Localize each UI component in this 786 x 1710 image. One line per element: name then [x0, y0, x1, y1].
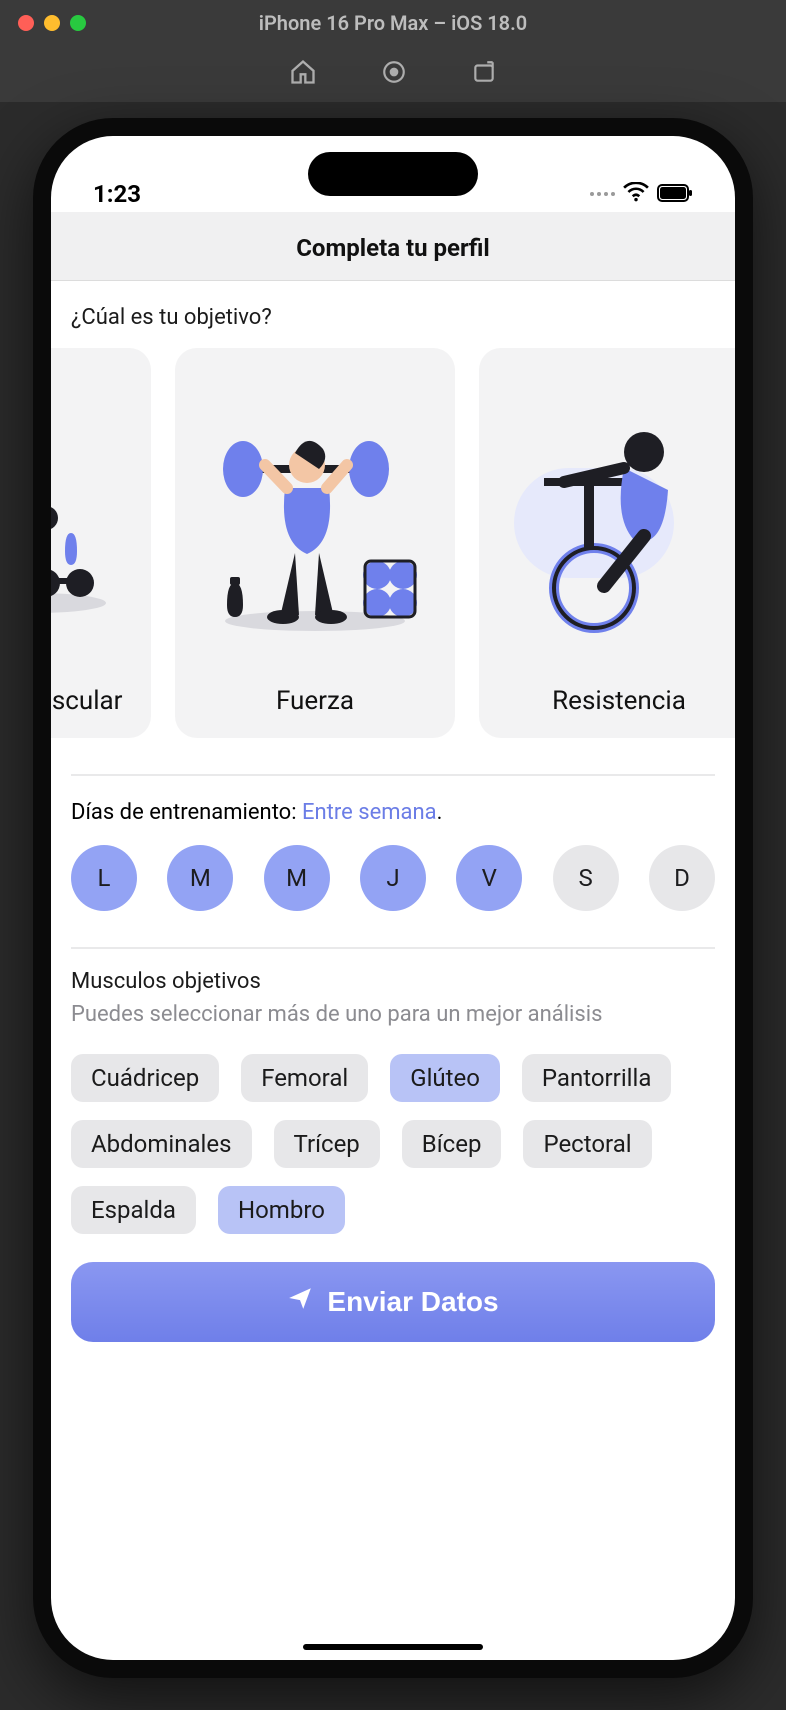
home-icon[interactable] — [289, 58, 317, 90]
objective-card-strength[interactable]: Fuerza — [175, 348, 455, 738]
simulator-toolbar — [0, 46, 786, 102]
submit-button[interactable]: Enviar Datos — [71, 1262, 715, 1342]
page-title: Completa tu perfil — [51, 212, 735, 281]
screenshot-icon[interactable] — [471, 59, 497, 89]
window-close-button[interactable] — [18, 15, 34, 31]
dynamic-island — [308, 152, 478, 196]
muscles-chips: Cuádricep Femoral Glúteo Pantorrilla Abdomin… — [71, 1054, 715, 1234]
day-chip-3[interactable]: J — [360, 845, 426, 911]
window-controls — [0, 15, 86, 31]
window-zoom-button[interactable] — [70, 15, 86, 31]
status-time: 1:23 — [93, 180, 141, 208]
muscle-chip-espalda[interactable]: Espalda — [71, 1186, 196, 1234]
day-chip-5[interactable]: S — [553, 845, 619, 911]
muscle-chip-abdominales[interactable]: Abdominales — [71, 1120, 252, 1168]
muscle-chip-bícep[interactable]: Bícep — [402, 1120, 502, 1168]
battery-icon — [657, 180, 693, 208]
muscles-title: Musculos objetivos — [71, 969, 715, 994]
training-days-suffix: . — [437, 800, 443, 825]
muscle-chip-femoral[interactable]: Femoral — [241, 1054, 368, 1102]
cellular-icon — [590, 192, 615, 196]
muscle-chip-glúteo[interactable]: Glúteo — [390, 1054, 500, 1102]
objective-card-muscle-gain[interactable]: 1..2..3.. — [51, 348, 151, 738]
content-scroll[interactable]: ¿Cúal es tu objetivo? 1..2..3.. — [51, 281, 735, 1660]
objective-question: ¿Cúal es tu objetivo? — [51, 305, 735, 330]
section-divider — [71, 947, 715, 949]
training-days-row: LMMJVSD — [71, 845, 715, 911]
objective-card-label: Fuerza — [276, 686, 354, 716]
illustration-strength — [175, 378, 455, 668]
illustration-endurance — [479, 378, 735, 668]
illustration-muscle-gain: 1..2..3.. — [51, 378, 151, 668]
day-chip-6[interactable]: D — [649, 845, 715, 911]
muscle-chip-pectoral[interactable]: Pectoral — [523, 1120, 651, 1168]
training-days-prefix: Días de entrenamiento: — [71, 800, 302, 825]
home-indicator[interactable] — [303, 1644, 483, 1650]
objective-card-endurance[interactable]: Resistencia — [479, 348, 735, 738]
objective-card-label: Ganancia muscular — [51, 686, 123, 716]
submit-button-label: Enviar Datos — [327, 1286, 498, 1318]
device-frame: 1:23 Completa tu perfil ¿Cúal es tu obje… — [33, 118, 753, 1678]
day-chip-2[interactable]: M — [264, 845, 330, 911]
muscle-chip-cuádricep[interactable]: Cuádricep — [71, 1054, 219, 1102]
day-chip-1[interactable]: M — [167, 845, 233, 911]
training-days-value: Entre semana — [302, 800, 437, 825]
muscle-chip-trícep[interactable]: Trícep — [274, 1120, 380, 1168]
simulator-titlebar: iPhone 16 Pro Max – iOS 18.0 — [0, 0, 786, 102]
muscle-chip-hombro[interactable]: Hombro — [218, 1186, 345, 1234]
training-days-label: Días de entrenamiento: Entre semana. — [71, 800, 715, 825]
muscles-subtitle: Puedes seleccionar más de uno para un me… — [71, 1000, 715, 1030]
objective-carousel[interactable]: 1..2..3.. — [51, 348, 735, 738]
simulator-title: iPhone 16 Pro Max – iOS 18.0 — [0, 11, 786, 35]
day-chip-0[interactable]: L — [71, 845, 137, 911]
window-minimize-button[interactable] — [44, 15, 60, 31]
day-chip-4[interactable]: V — [456, 845, 522, 911]
objective-card-label: Resistencia — [552, 686, 686, 716]
paper-plane-icon — [287, 1285, 313, 1318]
muscle-chip-pantorrilla[interactable]: Pantorrilla — [522, 1054, 671, 1102]
simulator-canvas: 1:23 Completa tu perfil ¿Cúal es tu obje… — [0, 102, 786, 1710]
record-icon[interactable] — [381, 59, 407, 89]
device-screen: 1:23 Completa tu perfil ¿Cúal es tu obje… — [51, 136, 735, 1660]
wifi-icon — [623, 180, 649, 208]
